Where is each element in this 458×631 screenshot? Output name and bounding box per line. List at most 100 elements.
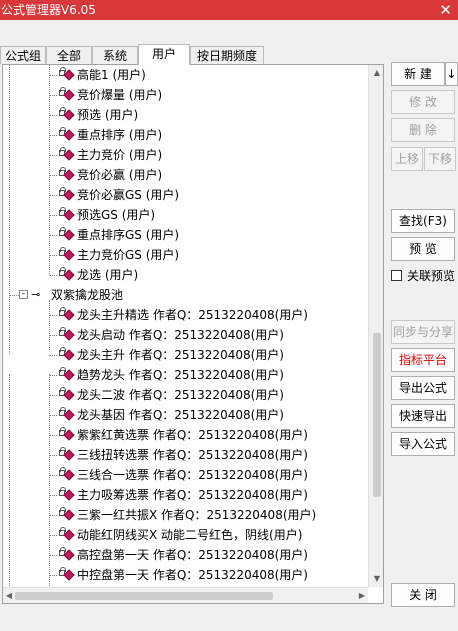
- tree-item[interactable]: 龙选 (用户): [3, 265, 365, 285]
- formula-tree[interactable]: - ⊸ 双紫擒龙股池 高能1 (用户) 竞价爆量 (用户) 预选 (用户) 重点排序 …: [2, 64, 384, 604]
- scroll-up-icon[interactable]: ▲: [369, 65, 383, 81]
- tree-line: [49, 535, 57, 536]
- tree-item-label: 竞价必赢GS (用户): [77, 188, 180, 202]
- tree-item[interactable]: 主力竞价GS (用户): [3, 245, 365, 265]
- locked-formula-icon: [59, 147, 77, 163]
- tree-item-label: 预选GS (用户): [77, 208, 156, 222]
- import-formula-button[interactable]: 导入公式: [391, 432, 455, 456]
- tree-item[interactable]: 龙头主升 作者Q：2513220408(用户): [3, 345, 365, 365]
- tree-line: [49, 335, 57, 336]
- tree-item[interactable]: 龙头二波 作者Q：2513220408(用户): [3, 385, 365, 405]
- locked-formula-icon: [59, 127, 77, 143]
- locked-formula-icon: [59, 87, 77, 103]
- tab-all[interactable]: 全部: [46, 46, 92, 64]
- tree-item-label: 高能1 (用户): [77, 68, 146, 82]
- tree-item[interactable]: 中控盘第一天 作者Q：2513220408(用户): [3, 565, 365, 585]
- tree-item[interactable]: 主力竞价 (用户): [3, 145, 365, 165]
- tree-item[interactable]: 重点排序GS (用户): [3, 225, 365, 245]
- tree-line: [49, 435, 57, 436]
- tree-line: [49, 395, 57, 396]
- tree-item[interactable]: 三线合一选票 作者Q：2513220408(用户): [3, 465, 365, 485]
- tree-line: [49, 235, 57, 236]
- tree-item[interactable]: 主力吸筹选票 作者Q：2513220408(用户): [3, 485, 365, 505]
- tree-line: [49, 515, 57, 516]
- tree-item-label: 三紫一红共振X 作者Q：2513220408(用户): [77, 508, 317, 522]
- horizontal-scroll-thumb[interactable]: [15, 592, 273, 600]
- tree-item[interactable]: 龙头基因 作者Q：2513220408(用户): [3, 405, 365, 425]
- tree-line: [49, 155, 57, 156]
- tab-user[interactable]: 用户: [138, 44, 190, 65]
- tree-item-label: 三线合一选票 作者Q：2513220408(用户): [77, 468, 308, 482]
- scroll-left-icon[interactable]: ◀: [3, 588, 15, 603]
- tree-line: [49, 75, 57, 76]
- new-button[interactable]: 新 建: [391, 62, 445, 86]
- scroll-right-icon[interactable]: ▶: [356, 588, 368, 603]
- indicator-platform-button[interactable]: 指标平台: [391, 348, 455, 372]
- tree-item[interactable]: 高控盘第一天 作者Q：2513220408(用户): [3, 545, 365, 565]
- locked-formula-icon: [59, 67, 77, 83]
- locked-formula-icon: [59, 227, 77, 243]
- tree-line: [49, 275, 57, 276]
- vertical-scrollbar[interactable]: ▲ ▼: [368, 65, 383, 587]
- link-preview-checkbox[interactable]: [391, 270, 402, 281]
- tree-item[interactable]: 竞价爆量 (用户): [3, 85, 365, 105]
- tree-item[interactable]: 龙头启动 作者Q：2513220408(用户): [3, 325, 365, 345]
- tab-system[interactable]: 系统: [92, 46, 138, 64]
- tree-line: [49, 215, 57, 216]
- tree-item[interactable]: 预选GS (用户): [3, 205, 365, 225]
- locked-formula-icon: [59, 367, 77, 383]
- vertical-scroll-thumb[interactable]: [373, 333, 381, 497]
- tree-item-label: 趋势龙头 作者Q：2513220408(用户): [77, 368, 284, 382]
- tree-item[interactable]: 三紫一红共振X 作者Q：2513220408(用户): [3, 505, 365, 525]
- locked-formula-icon: [59, 407, 77, 423]
- move-up-button[interactable]: 上移: [391, 147, 423, 171]
- tree-item[interactable]: 三线扭转选票 作者Q：2513220408(用户): [3, 445, 365, 465]
- tree-item[interactable]: 竞价必赢 (用户): [3, 165, 365, 185]
- locked-formula-icon: [59, 487, 77, 503]
- tree-item[interactable]: 高能1 (用户): [3, 65, 365, 85]
- tab-by-date-frequency[interactable]: 按日期频度: [190, 46, 264, 64]
- tree-item-label: 主力竞价 (用户): [77, 148, 163, 162]
- tree-line: [49, 415, 57, 416]
- locked-formula-icon: [59, 247, 77, 263]
- tree-line: [9, 295, 19, 296]
- tree-item-label: 中控盘第一天 作者Q：2513220408(用户): [77, 568, 308, 582]
- locked-formula-icon: [59, 107, 77, 123]
- scroll-down-icon[interactable]: ▼: [369, 571, 383, 587]
- horizontal-scrollbar[interactable]: ◀ ▶: [3, 587, 368, 603]
- close-icon[interactable]: ✕: [439, 0, 452, 20]
- tree-item[interactable]: 趋势龙头 作者Q：2513220408(用户): [3, 365, 365, 385]
- new-dropdown-button[interactable]: ↓: [445, 62, 458, 86]
- tree-item[interactable]: 竞价必赢GS (用户): [3, 185, 365, 205]
- tree-item-label: 紫紫红黄选票 作者Q：2513220408(用户): [77, 428, 308, 442]
- delete-button[interactable]: 删 除: [391, 118, 455, 142]
- tree-item[interactable]: 预选 (用户): [3, 105, 365, 125]
- tree-item[interactable]: 紫紫红黄选票 作者Q：2513220408(用户): [3, 425, 365, 445]
- export-formula-button[interactable]: 导出公式: [391, 376, 455, 400]
- tree-item[interactable]: 重点排序 (用户): [3, 125, 365, 145]
- preview-button[interactable]: 预 览: [391, 237, 455, 261]
- tree-item-label: 龙头基因 作者Q：2513220408(用户): [77, 408, 284, 422]
- tree-item-label: 竞价必赢 (用户): [77, 168, 163, 182]
- tree-line: [49, 195, 57, 196]
- tree-line: [49, 355, 57, 356]
- close-button[interactable]: 关 闭: [391, 583, 455, 607]
- quick-export-button[interactable]: 快速导出: [391, 404, 455, 428]
- tree-item-label: 龙头主升精选 作者Q：2513220408(用户): [77, 308, 308, 322]
- collapse-icon[interactable]: -: [19, 290, 28, 299]
- tree-item[interactable]: 动能红阴线买X 动能二号红色，阴线(用户): [3, 525, 365, 545]
- move-down-button[interactable]: 下移: [424, 147, 456, 171]
- tree-item-label: 动能红阴线买X 动能二号红色，阴线(用户): [77, 528, 303, 542]
- sync-share-button[interactable]: 同步与分享: [391, 320, 455, 344]
- tree-item-label: 高控盘第一天 作者Q：2513220408(用户): [77, 548, 308, 562]
- tree-item[interactable]: 龙头主升精选 作者Q：2513220408(用户): [3, 305, 365, 325]
- modify-button[interactable]: 修 改: [391, 90, 455, 114]
- find-button[interactable]: 查找(F3): [391, 209, 455, 233]
- tab-bar: 公式组 全部 系统 用户 按日期频度: [0, 44, 380, 65]
- tree-group-shuangzi[interactable]: - ⊸ 双紫擒龙股池: [3, 285, 363, 305]
- locked-formula-icon: [59, 567, 77, 583]
- tree-line: [49, 575, 57, 576]
- locked-formula-icon: [59, 387, 77, 403]
- tab-formula-group[interactable]: 公式组: [0, 46, 46, 64]
- tree-item-label: 龙头二波 作者Q：2513220408(用户): [77, 388, 284, 402]
